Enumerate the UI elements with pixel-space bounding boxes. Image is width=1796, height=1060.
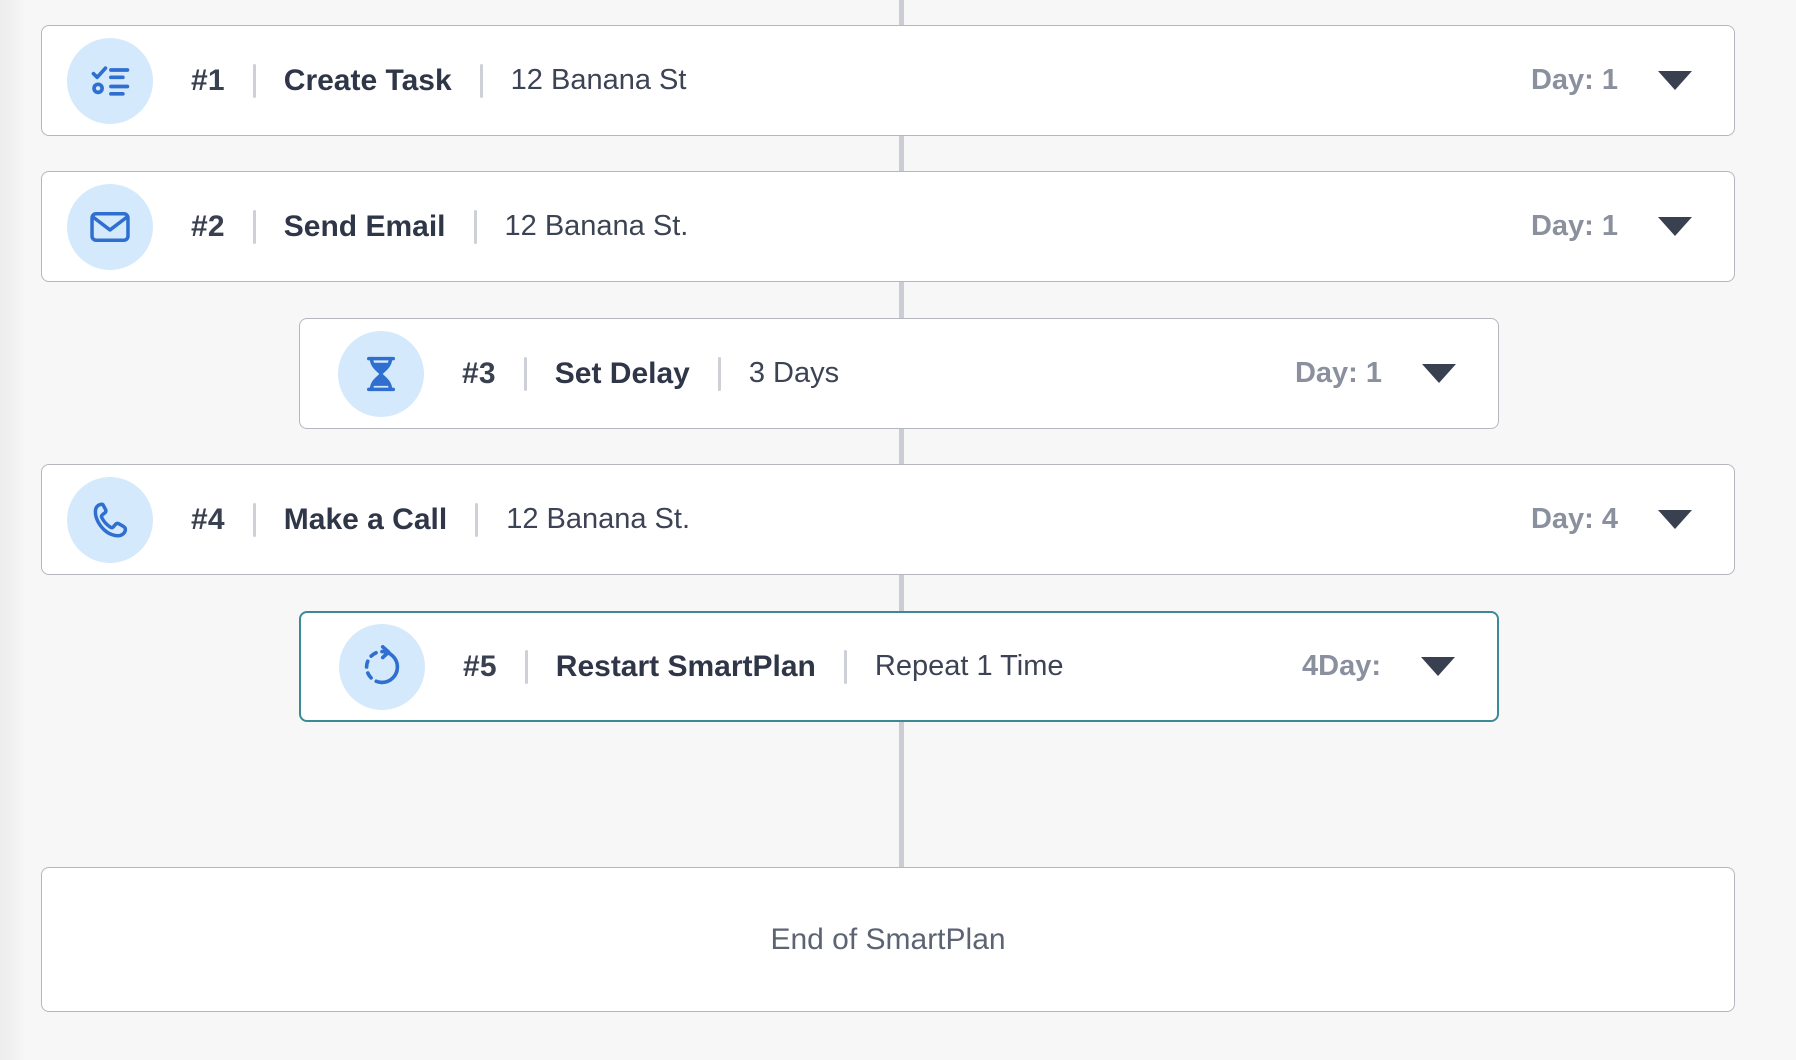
step-1-chevron-down-icon[interactable] xyxy=(1658,71,1692,90)
step-4-number: #4 xyxy=(191,502,225,536)
step-2-detail: 12 Banana St. xyxy=(504,210,689,242)
step-2-lead: #2 Send Email 12 Banana St. xyxy=(42,183,689,270)
step-1-day-label: Day: 1 xyxy=(1530,64,1618,96)
step-5-divider-2 xyxy=(843,649,847,684)
smartplan-step-row-1[interactable]: #1 Create Task 12 Banana St Day: 1 xyxy=(41,25,1735,136)
step-5-day-label: 4Day: xyxy=(1302,650,1381,682)
step-4-lead: #4 Make a Call 12 Banana St. xyxy=(42,476,691,563)
step-4-divider-1 xyxy=(252,502,256,537)
step-4-chevron-down-icon[interactable] xyxy=(1658,510,1692,529)
step-4-day-label: Day: 4 xyxy=(1530,503,1618,535)
step-1-title: Create Task xyxy=(283,63,452,97)
step-5-detail: Repeat 1 Time xyxy=(874,650,1064,682)
step-3-divider-2 xyxy=(717,356,721,391)
restart-icon xyxy=(339,623,425,710)
step-3-detail: 3 Days xyxy=(748,357,840,389)
smartplan-step-row-4[interactable]: #4 Make a Call 12 Banana St. Day: 4 xyxy=(41,464,1735,575)
smartplan-step-row-3[interactable]: #3 Set Delay 3 Days Day: 1 xyxy=(299,318,1499,429)
step-5-title: Restart SmartPlan xyxy=(555,649,816,683)
step-2-title: Send Email xyxy=(283,209,446,243)
step-2-day-label: Day: 1 xyxy=(1530,210,1618,242)
step-1-divider-2 xyxy=(479,63,483,98)
smartplan-flow: #1 Create Task 12 Banana St Day: 1 #2 Se… xyxy=(0,0,1796,1060)
step-1-lead: #1 Create Task 12 Banana St xyxy=(42,37,687,124)
hourglass-icon xyxy=(338,330,424,417)
step-5-divider-1 xyxy=(524,649,528,684)
end-of-smartplan-label: End of SmartPlan xyxy=(770,922,1006,956)
step-2-number: #2 xyxy=(191,209,225,243)
step-3-number: #3 xyxy=(462,356,496,390)
step-3-divider-1 xyxy=(523,356,527,391)
checklist-icon xyxy=(67,37,153,124)
step-4-detail: 12 Banana St. xyxy=(506,503,691,535)
step-3-title: Set Delay xyxy=(554,356,690,390)
step-3-lead: #3 Set Delay 3 Days xyxy=(300,330,840,417)
smartplan-step-row-5[interactable]: #5 Restart SmartPlan Repeat 1 Time 4Day: xyxy=(299,611,1499,722)
step-4-title: Make a Call xyxy=(283,502,448,536)
step-2-divider-1 xyxy=(252,209,256,244)
end-of-smartplan-card: End of SmartPlan xyxy=(41,867,1735,1012)
smartplan-step-row-2[interactable]: #2 Send Email 12 Banana St. Day: 1 xyxy=(41,171,1735,282)
step-4-divider-2 xyxy=(475,502,479,537)
step-5-chevron-down-icon[interactable] xyxy=(1421,657,1455,676)
step-1-divider-1 xyxy=(252,63,256,98)
step-2-divider-2 xyxy=(473,209,477,244)
step-2-chevron-down-icon[interactable] xyxy=(1658,217,1692,236)
phone-icon xyxy=(67,476,153,563)
step-5-lead: #5 Restart SmartPlan Repeat 1 Time xyxy=(301,623,1064,710)
envelope-icon xyxy=(67,183,153,270)
step-5-number: #5 xyxy=(463,649,497,683)
step-3-chevron-down-icon[interactable] xyxy=(1422,364,1456,383)
step-1-number: #1 xyxy=(191,63,225,97)
step-1-detail: 12 Banana St xyxy=(510,64,687,96)
step-3-day-label: Day: 1 xyxy=(1294,357,1382,389)
